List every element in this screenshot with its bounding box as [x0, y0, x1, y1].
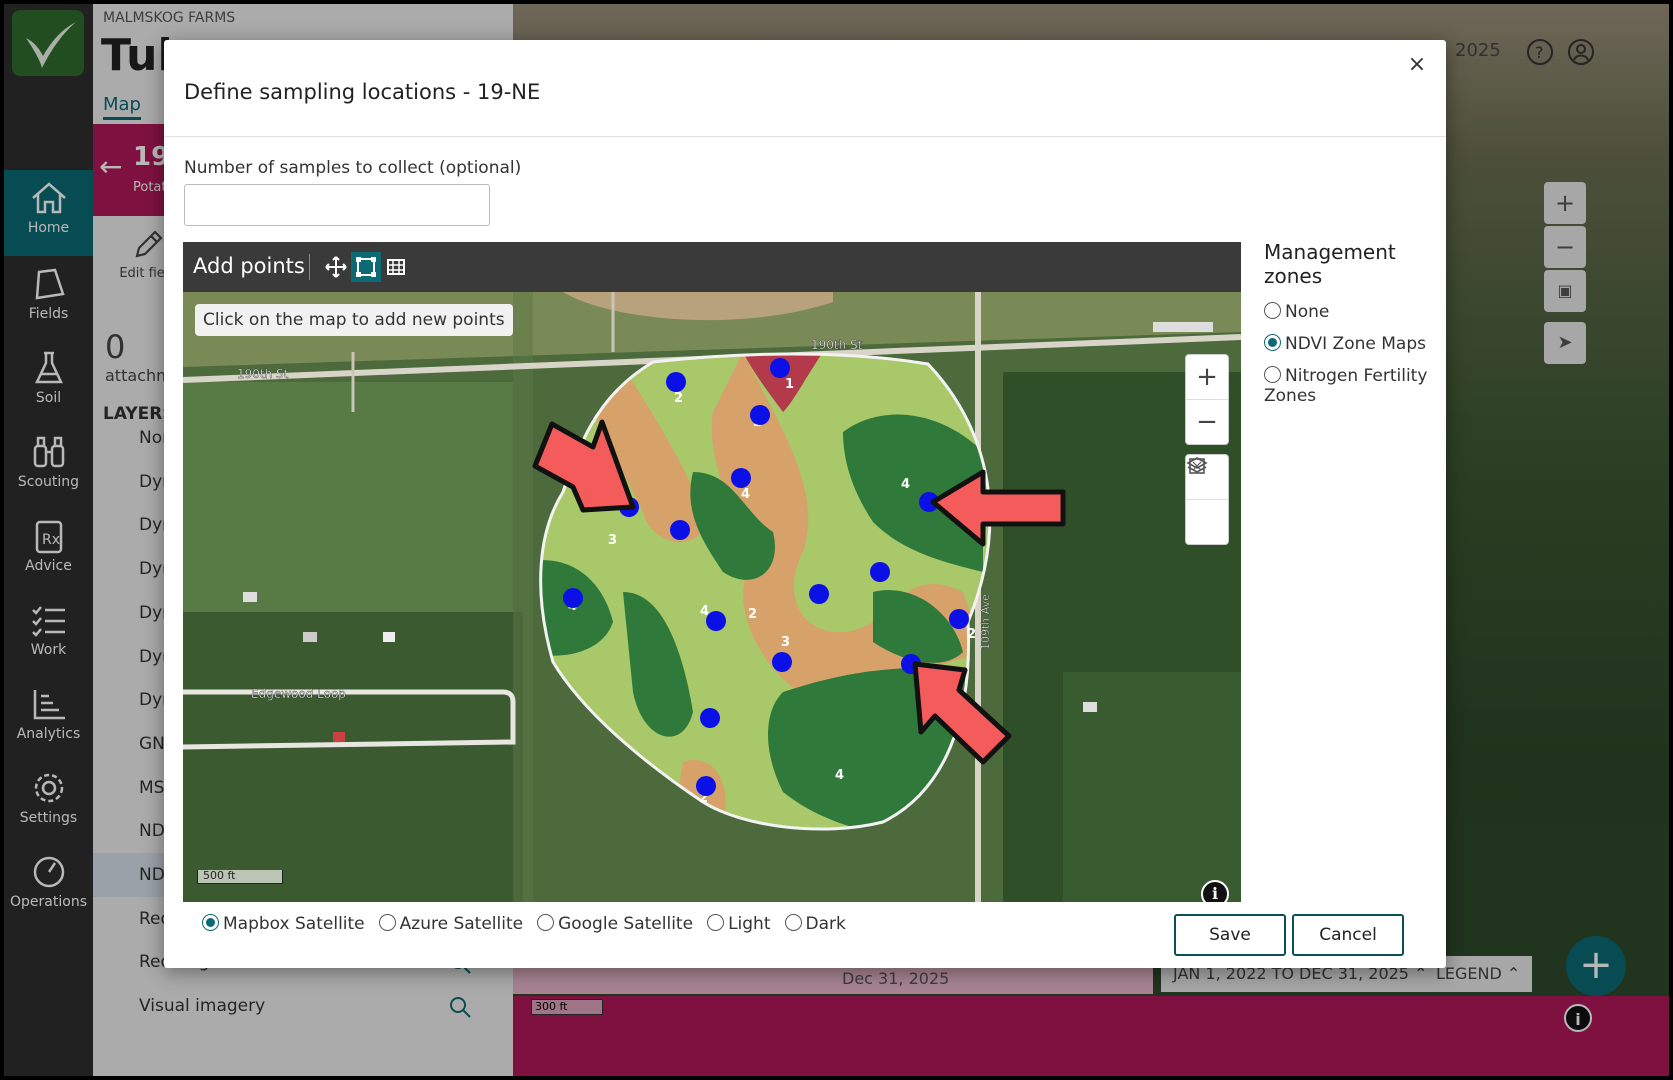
basemap-label: Light — [728, 914, 771, 934]
zone-option[interactable]: NDVI Zone Maps — [1264, 334, 1444, 366]
modal-title: Define sampling locations - 19-NE — [184, 80, 541, 104]
sample-point[interactable] — [670, 520, 690, 540]
sample-point[interactable] — [772, 652, 792, 672]
radio-button[interactable] — [202, 914, 219, 931]
zone-label: 3 — [608, 533, 617, 548]
zone-option[interactable]: None — [1264, 302, 1444, 334]
samples-label: Number of samples to collect (optional) — [184, 158, 522, 178]
satellite-imagery: 190th St 190th St Edgewood Loop 109th Av… — [183, 292, 1241, 902]
zone-option[interactable]: Nitrogen Fertility Zones — [1264, 366, 1444, 406]
basemap-option[interactable]: Dark — [784, 914, 846, 934]
basemap-label: Mapbox Satellite — [223, 914, 365, 934]
map-canvas[interactable]: 190th St 190th St Edgewood Loop 109th Av… — [183, 292, 1241, 902]
zoom-in-button[interactable]: + — [1186, 355, 1228, 399]
scale-bar: 500 ft — [197, 870, 283, 884]
road-label: Edgewood Loop — [251, 687, 346, 701]
zone-label: 4 — [901, 477, 910, 492]
zone-label: 3 — [781, 635, 790, 650]
draw-points-icon — [356, 257, 376, 277]
zones-options: None NDVI Zone Maps Nitrogen Fertility Zon… — [1264, 302, 1444, 406]
radio-button[interactable] — [378, 914, 396, 931]
sampling-map: Add points 190th St 190th St Edgewood Lo… — [183, 242, 1241, 902]
sample-point[interactable] — [666, 372, 686, 392]
radio-button[interactable] — [1264, 302, 1281, 319]
map-toolbar: Add points — [183, 242, 1241, 292]
sample-point[interactable] — [770, 358, 790, 378]
road-label: 190th St — [237, 367, 289, 381]
sample-point[interactable] — [696, 776, 716, 796]
radio-button[interactable] — [537, 914, 555, 931]
grid-icon — [387, 259, 405, 275]
sample-point[interactable] — [700, 708, 720, 728]
move-tool-button[interactable] — [321, 252, 351, 282]
basemap-label: Azure Satellite — [399, 914, 524, 934]
zone-label: 1 — [785, 377, 794, 392]
modal-divider — [164, 136, 1446, 137]
sample-point[interactable] — [750, 405, 770, 425]
sample-point[interactable] — [809, 584, 829, 604]
samples-input[interactable] — [184, 184, 490, 226]
move-icon — [325, 256, 347, 278]
radio-button[interactable] — [1264, 366, 1281, 383]
sample-point[interactable] — [731, 468, 751, 488]
sample-point[interactable] — [870, 562, 890, 582]
basemap-option[interactable]: Google Satellite — [537, 914, 693, 934]
map-hint: Click on the map to add new points — [195, 304, 513, 336]
zone-label: 4 — [741, 487, 750, 502]
cancel-button[interactable]: Cancel — [1292, 914, 1404, 956]
radio-button[interactable] — [707, 914, 725, 931]
basemap-label: Google Satellite — [558, 914, 694, 934]
map-info-icon[interactable]: i — [1201, 880, 1229, 902]
close-icon[interactable]: × — [1402, 50, 1432, 80]
layers-button[interactable] — [1186, 457, 1228, 544]
zone-label: None — [1285, 302, 1330, 322]
layers-icon — [1186, 457, 1208, 473]
grid-tool-button[interactable] — [381, 252, 411, 282]
sample-point[interactable] — [563, 588, 583, 608]
zone-label: 2 — [748, 607, 757, 622]
road-label: 109th Ave — [979, 594, 992, 650]
zones-title: Management zones — [1264, 240, 1396, 288]
basemap-option[interactable]: Azure Satellite — [378, 914, 524, 934]
add-points-label: Add points — [193, 254, 305, 278]
toolbar-divider — [309, 254, 310, 280]
road-label: 190th St — [811, 338, 863, 352]
basemap-option[interactable]: Mapbox Satellite — [202, 914, 365, 934]
zone-label: Nitrogen Fertility Zones — [1264, 366, 1428, 406]
sampling-modal: Define sampling locations - 19-NE × Numb… — [164, 40, 1446, 968]
zone-label: NDVI Zone Maps — [1285, 334, 1426, 354]
zone-label: 2 — [674, 391, 683, 406]
sample-point[interactable] — [949, 609, 969, 629]
screen-frame: Home Fields Soil Scouting Rx Advice Work… — [0, 0, 1673, 1080]
radio-button[interactable] — [1264, 334, 1281, 351]
basemap-label: Dark — [805, 914, 846, 934]
draw-points-tool-button[interactable] — [351, 252, 381, 282]
sample-point[interactable] — [706, 611, 726, 631]
save-button[interactable]: Save — [1174, 914, 1286, 956]
zone-label: 4 — [835, 768, 844, 783]
map-zoom-controls: + − — [1185, 354, 1229, 445]
map-view-controls — [1185, 454, 1229, 545]
basemap-selector: Mapbox Satellite Azure Satellite Google Sa… — [202, 914, 860, 934]
radio-button[interactable] — [784, 914, 802, 931]
zone-label: 2 — [967, 627, 976, 642]
zoom-out-button[interactable]: − — [1186, 400, 1228, 444]
management-zones-panel: Management zones None NDVI Zone Maps Nitro… — [1264, 240, 1444, 406]
basemap-option[interactable]: Light — [707, 914, 771, 934]
